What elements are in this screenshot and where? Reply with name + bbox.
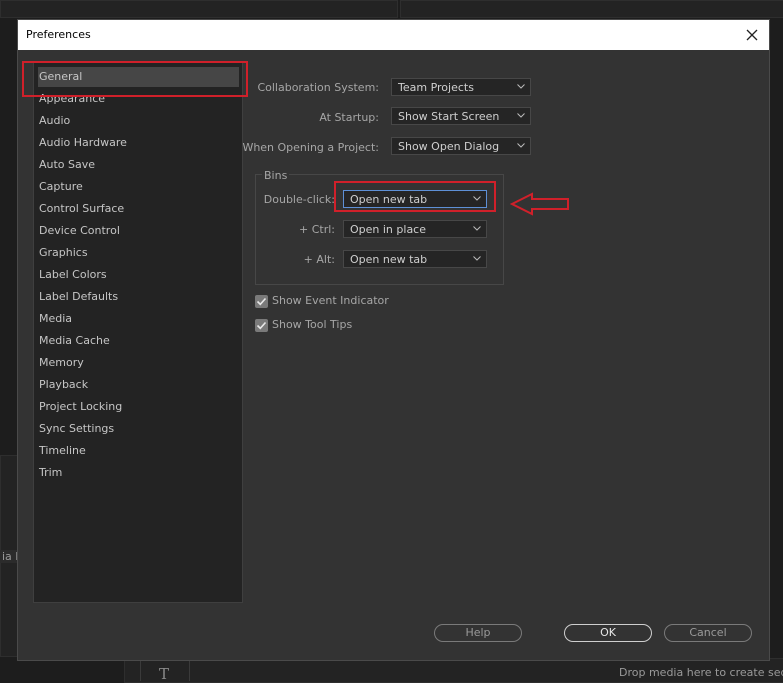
sidebar-item-media-cache[interactable]: Media Cache (38, 331, 239, 351)
collaboration-system-dropdown[interactable]: Team Projects (391, 78, 531, 96)
sidebar-item-label-colors[interactable]: Label Colors (38, 265, 239, 285)
collaboration-system-label: Collaboration System: (257, 81, 379, 94)
show-tool-tips-checkbox[interactable]: Show Tool Tips (255, 318, 375, 334)
chevron-down-icon (473, 226, 481, 231)
sidebar-item-project-locking[interactable]: Project Locking (38, 397, 239, 417)
sidebar-item-audio[interactable]: Audio (38, 111, 239, 131)
collaboration-system-value: Team Projects (398, 81, 474, 94)
show-tool-tips-label: Show Tool Tips (272, 318, 353, 331)
checkbox-checked-icon (255, 319, 268, 332)
ctrl-double-click-value: Open in place (350, 223, 426, 236)
annotation-box-general (22, 61, 248, 97)
chevron-down-icon (473, 256, 481, 261)
show-event-indicator-label: Show Event Indicator (272, 294, 389, 307)
sidebar-item-timeline[interactable]: Timeline (38, 441, 239, 461)
type-tool-icon: T (159, 665, 170, 683)
sidebar-item-label-defaults[interactable]: Label Defaults (38, 287, 239, 307)
sidebar-item-device-control[interactable]: Device Control (38, 221, 239, 241)
close-button[interactable] (741, 24, 763, 46)
show-event-indicator-checkbox[interactable]: Show Event Indicator (255, 294, 395, 310)
when-opening-project-value: Show Open Dialog (398, 140, 500, 153)
double-click-label: Double-click: (263, 193, 335, 206)
cancel-button[interactable]: Cancel (664, 624, 752, 642)
at-startup-label: At Startup: (319, 111, 379, 124)
dialog-titlebar: Preferences (18, 20, 769, 50)
sidebar-item-auto-save[interactable]: Auto Save (38, 155, 239, 175)
preferences-category-list: General Appearance Audio Audio Hardware … (33, 62, 243, 603)
bins-group-title: Bins (262, 169, 290, 182)
alt-modifier-label: + Alt: (303, 253, 335, 266)
background-panel-top-right (400, 0, 783, 18)
at-startup-dropdown[interactable]: Show Start Screen (391, 107, 531, 125)
chevron-down-icon (517, 113, 525, 118)
sidebar-item-playback[interactable]: Playback (38, 375, 239, 395)
sidebar-item-audio-hardware[interactable]: Audio Hardware (38, 133, 239, 153)
dialog-title: Preferences (26, 28, 91, 41)
alt-double-click-value: Open new tab (350, 253, 428, 266)
sidebar-item-media[interactable]: Media (38, 309, 239, 329)
chevron-down-icon (517, 84, 525, 89)
ctrl-modifier-label: + Ctrl: (299, 223, 335, 236)
type-tool-button[interactable]: T (140, 658, 190, 683)
sidebar-item-trim[interactable]: Trim (38, 463, 239, 483)
annotation-arrow-icon (510, 192, 569, 216)
alt-double-click-dropdown[interactable]: Open new tab (343, 250, 487, 268)
sidebar-item-memory[interactable]: Memory (38, 353, 239, 373)
at-startup-value: Show Start Screen (398, 110, 500, 123)
close-icon (746, 29, 758, 41)
when-opening-project-dropdown[interactable]: Show Open Dialog (391, 137, 531, 155)
background-panel-top-left (0, 0, 398, 18)
when-opening-project-label: When Opening a Project: (242, 141, 379, 154)
sidebar-item-sync-settings[interactable]: Sync Settings (38, 419, 239, 439)
sidebar-item-graphics[interactable]: Graphics (38, 243, 239, 263)
ctrl-double-click-dropdown[interactable]: Open in place (343, 220, 487, 238)
sidebar-item-capture[interactable]: Capture (38, 177, 239, 197)
chevron-down-icon (517, 143, 525, 148)
annotation-box-double-click (334, 181, 496, 212)
sidebar-item-control-surface[interactable]: Control Surface (38, 199, 239, 219)
help-button[interactable]: Help (434, 624, 522, 642)
ok-button[interactable]: OK (564, 624, 652, 642)
checkbox-checked-icon (255, 295, 268, 308)
drop-media-hint: Drop media here to create seque (619, 666, 783, 679)
preferences-dialog: Preferences General Appearance Audio Aud… (17, 19, 770, 661)
